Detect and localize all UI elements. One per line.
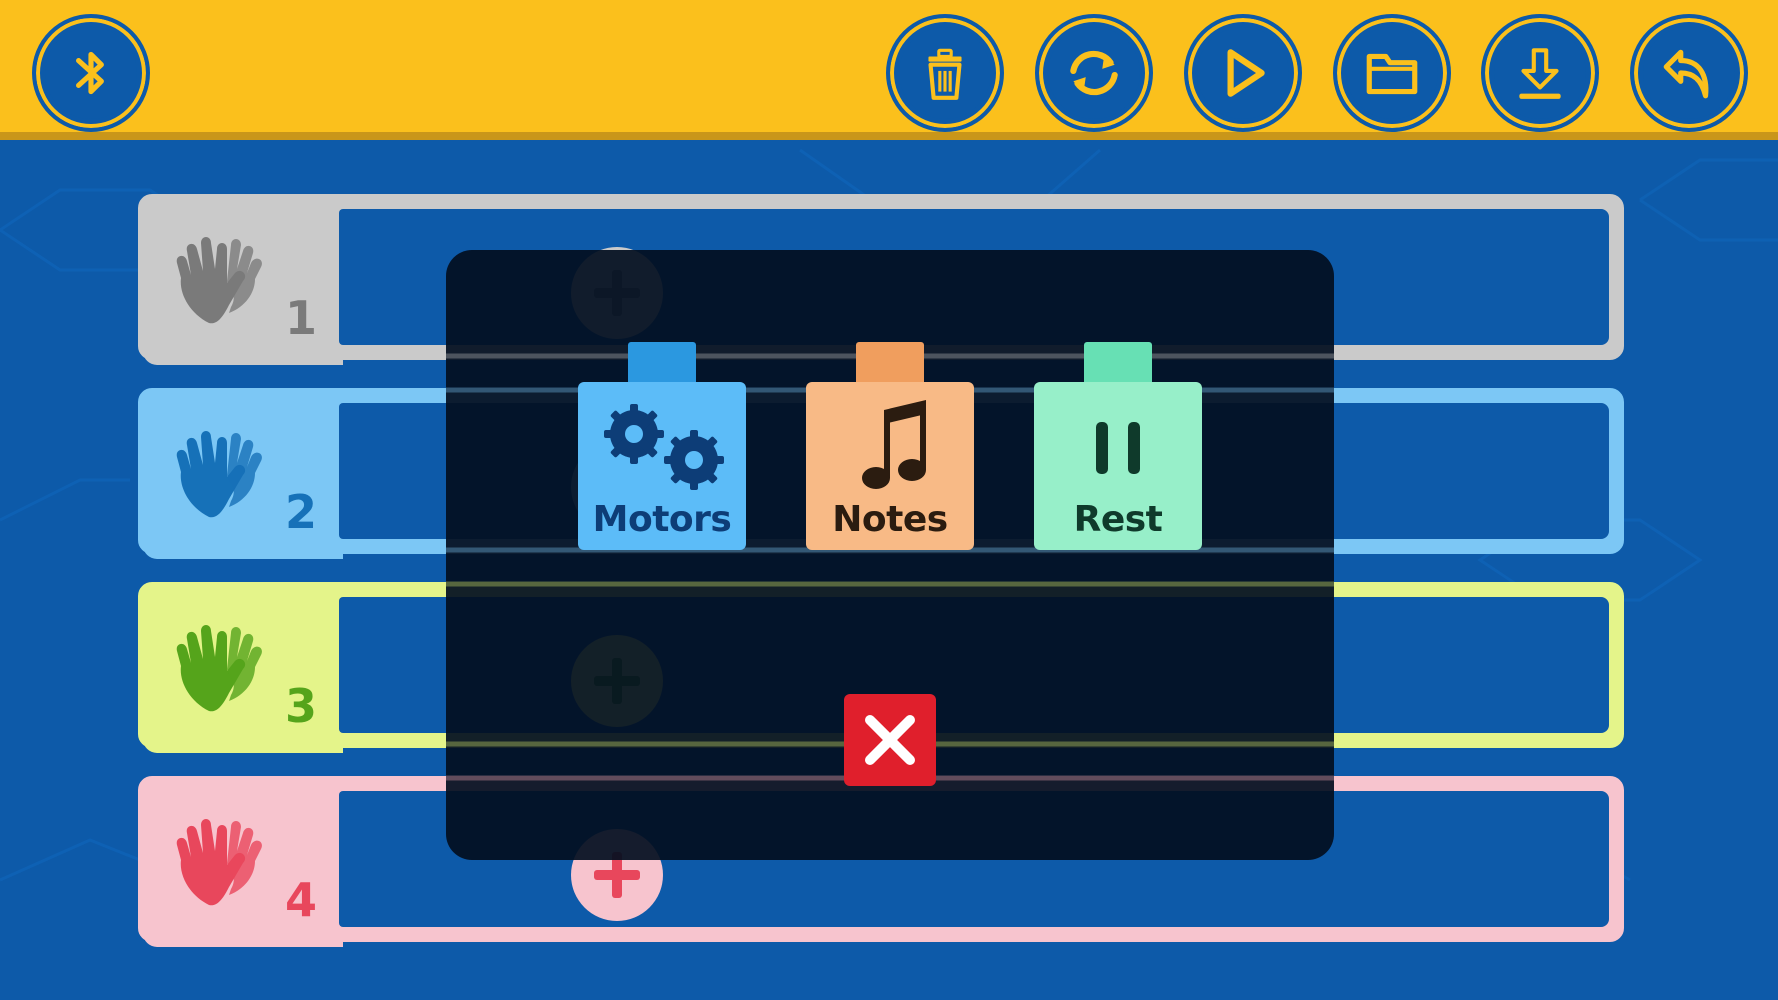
play-button[interactable] (1184, 14, 1302, 132)
undo-icon (1663, 49, 1709, 99)
clapping-hands-icon (176, 819, 262, 906)
rest-block[interactable]: Rest (1034, 342, 1204, 550)
lane-number: 2 (285, 485, 318, 539)
lane-header: 3 (143, 587, 343, 753)
download-button[interactable] (1481, 14, 1599, 132)
trash-button[interactable] (886, 14, 1004, 132)
close-button[interactable] (844, 694, 936, 786)
notes-block[interactable]: Notes (806, 342, 976, 550)
pause-icon (1096, 422, 1140, 474)
block-tab (1084, 342, 1152, 384)
bluetooth-button[interactable] (32, 14, 150, 132)
lane-header: 4 (143, 781, 343, 947)
refresh-icon (1070, 50, 1118, 96)
lane-number: 1 (285, 291, 318, 345)
clapping-hands-icon (176, 625, 262, 712)
music-note-icon (862, 400, 926, 489)
play-icon (1227, 49, 1265, 97)
block-body: Rest (1034, 382, 1202, 550)
block-tab (628, 342, 696, 384)
block-tab (856, 342, 924, 384)
refresh-button[interactable] (1035, 14, 1153, 132)
close-icon (865, 715, 915, 765)
block-picker-modal: Motors Notes Rest (446, 250, 1334, 860)
lane-number: 3 (285, 679, 318, 733)
lane-number: 4 (285, 873, 318, 927)
top-toolbar (0, 0, 1778, 140)
clapping-hands-icon (176, 431, 262, 518)
clapping-hands-icon (176, 237, 262, 324)
trash-icon (928, 48, 962, 100)
block-label: Motors (592, 499, 732, 540)
lane-header: 2 (143, 393, 343, 559)
bluetooth-icon (76, 51, 104, 95)
folder-button[interactable] (1333, 14, 1451, 132)
lane-header: 1 (143, 199, 343, 365)
folder-icon (1366, 53, 1418, 95)
block-label: Notes (832, 499, 948, 540)
motors-block[interactable]: Motors (578, 342, 748, 550)
gears-icon (604, 404, 724, 490)
block-body: Motors (578, 382, 746, 550)
download-icon (1519, 48, 1561, 99)
block-label: Rest (1073, 499, 1163, 540)
undo-button[interactable] (1630, 14, 1748, 132)
block-body: Notes (806, 382, 974, 550)
